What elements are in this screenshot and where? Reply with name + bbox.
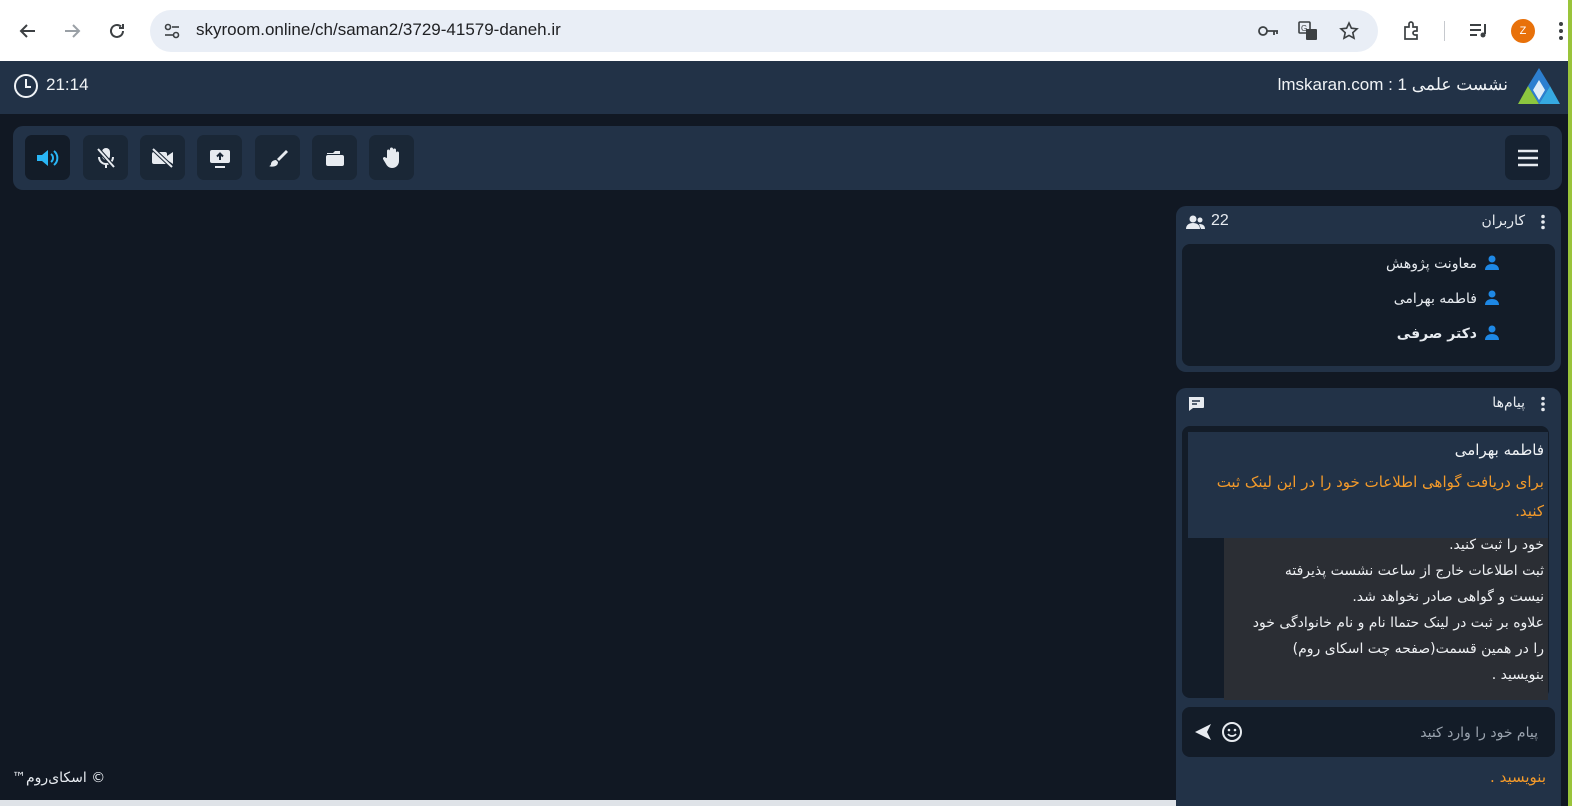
message-input[interactable]	[1246, 718, 1540, 748]
forward-arrow-icon	[65, 24, 81, 38]
hamburger-icon	[1517, 149, 1538, 166]
back-arrow-icon	[19, 24, 35, 38]
messages-panel-title: پیام‌ها	[1492, 395, 1525, 411]
folder-icon	[325, 150, 344, 166]
reload-button[interactable]	[103, 17, 131, 45]
messages-panel-menu-icon[interactable]	[1540, 396, 1546, 416]
user-icon	[1485, 255, 1499, 274]
users-panel-title: کاربران	[1481, 213, 1525, 229]
main-menu-button[interactable]	[1505, 135, 1550, 180]
user-item[interactable]: معاونت پژوهش	[1386, 247, 1499, 281]
user-item[interactable]: فاطمه بهرامی	[1394, 282, 1499, 316]
message-preview-tooltip: خود را ثبت کنید. ثبت اطلاعات خارج از ساع…	[1224, 538, 1548, 700]
site-settings-icon[interactable]	[161, 20, 183, 42]
clock-icon	[14, 74, 38, 98]
message-sender: فاطمه بهرامی	[1454, 441, 1544, 459]
users-panel-menu-icon[interactable]	[1540, 214, 1546, 234]
speaker-icon	[36, 149, 58, 166]
user-name: معاونت پژوهش	[1386, 256, 1477, 272]
key-icon[interactable]	[1258, 20, 1280, 42]
tooltip-line: علاوه بر ثبت در لینک حتماا نام و نام خان…	[1252, 615, 1544, 631]
mic-off-icon	[96, 147, 115, 168]
user-icon	[1485, 290, 1499, 309]
window-edge	[1568, 0, 1572, 806]
users-list[interactable]: معاونت پژوهش فاطمه بهرامی دکتر صرفی	[1182, 244, 1555, 366]
url-text[interactable]: skyroom.online/ch/saman2/3729-41579-dane…	[196, 20, 561, 40]
users-count: 22	[1211, 212, 1229, 229]
emoji-button[interactable]	[1221, 721, 1243, 747]
media-control-icon[interactable]	[1466, 18, 1492, 44]
brush-icon	[268, 149, 288, 167]
classroom-toolbar	[13, 126, 1562, 190]
room-title: lmskaran.com : نشست علمی 1	[1277, 75, 1508, 94]
user-name: فاطمه بهرامی	[1393, 291, 1477, 307]
message-text: برای دریافت گواهی اطلاعات خود را در این …	[1216, 473, 1544, 520]
user-icon	[1485, 325, 1499, 344]
tooltip-text: خود را ثبت کنید. ثبت اطلاعات خارج از ساع…	[1226, 538, 1544, 688]
forward-button[interactable]	[58, 17, 86, 45]
tooltip-line: نیست و گواهی صادر نخواهد شد.	[1352, 589, 1544, 605]
screen-share-button[interactable]	[197, 135, 242, 180]
toolbar-divider	[1444, 21, 1445, 41]
footer-brand: ™اسکای‌روم ©	[12, 770, 106, 786]
whiteboard-button[interactable]	[255, 135, 300, 180]
tooltip-line: بنویسید .	[1491, 667, 1544, 683]
user-item[interactable]: دکتر صرفی	[1397, 317, 1499, 351]
chat-bubble-icon	[1187, 396, 1205, 416]
back-button[interactable]	[14, 17, 42, 45]
profile-avatar[interactable]: Z	[1511, 19, 1535, 43]
files-button[interactable]	[312, 135, 357, 180]
overflow-message-text: بنویسید .	[1490, 768, 1546, 786]
reload-icon	[110, 23, 124, 38]
emoji-icon	[1222, 722, 1242, 742]
tooltip-line: خود را ثبت کنید.	[1449, 538, 1544, 553]
microphone-button[interactable]	[83, 135, 128, 180]
session-clock: 21:14	[46, 75, 89, 94]
bookmark-star-icon[interactable]	[1338, 20, 1360, 42]
tooltip-line: ثبت اطلاعات خارج از ساعت نشست پذیرفته	[1284, 563, 1544, 579]
user-name: دکتر صرفی	[1396, 326, 1477, 342]
translate-icon[interactable]: G	[1297, 20, 1319, 42]
hand-icon	[382, 147, 399, 168]
screen-share-icon	[209, 149, 230, 168]
camera-off-icon	[151, 147, 173, 168]
raise-hand-button[interactable]	[369, 135, 414, 180]
send-button[interactable]	[1194, 723, 1212, 745]
svg-text:G: G	[1301, 24, 1307, 33]
send-icon	[1195, 724, 1211, 740]
tooltip-line: را در همین قسمت(صفحه چت اسکای روم)	[1292, 641, 1544, 657]
taskbar-edge	[0, 800, 1176, 806]
logo-icon	[1518, 68, 1560, 104]
camera-button[interactable]	[140, 135, 185, 180]
speaker-button[interactable]	[25, 135, 70, 180]
message-composer	[1182, 707, 1555, 757]
users-count-icon	[1186, 214, 1206, 234]
extensions-icon[interactable]	[1399, 18, 1425, 44]
